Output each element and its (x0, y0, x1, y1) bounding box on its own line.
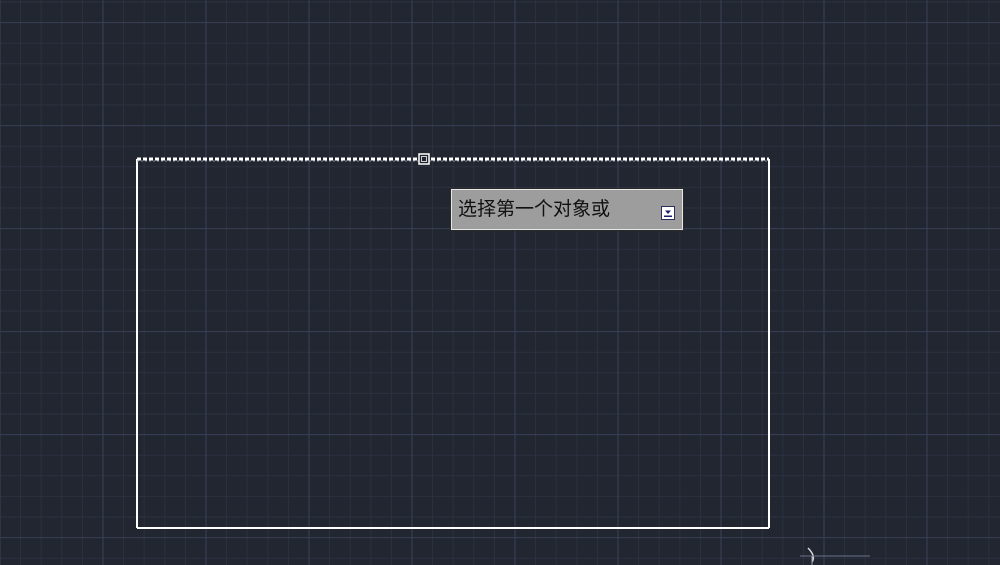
grid-minor-lines (0, 0, 1000, 565)
midpoint-grip[interactable] (418, 153, 430, 165)
down-arrow-icon[interactable] (661, 206, 675, 220)
command-prompt-text: 选择第一个对象或 (458, 198, 611, 220)
dynamic-input-tooltip: 选择第一个对象或 (451, 189, 683, 230)
drawing-canvas[interactable] (0, 0, 1000, 565)
crosshair-cursor (800, 547, 870, 565)
